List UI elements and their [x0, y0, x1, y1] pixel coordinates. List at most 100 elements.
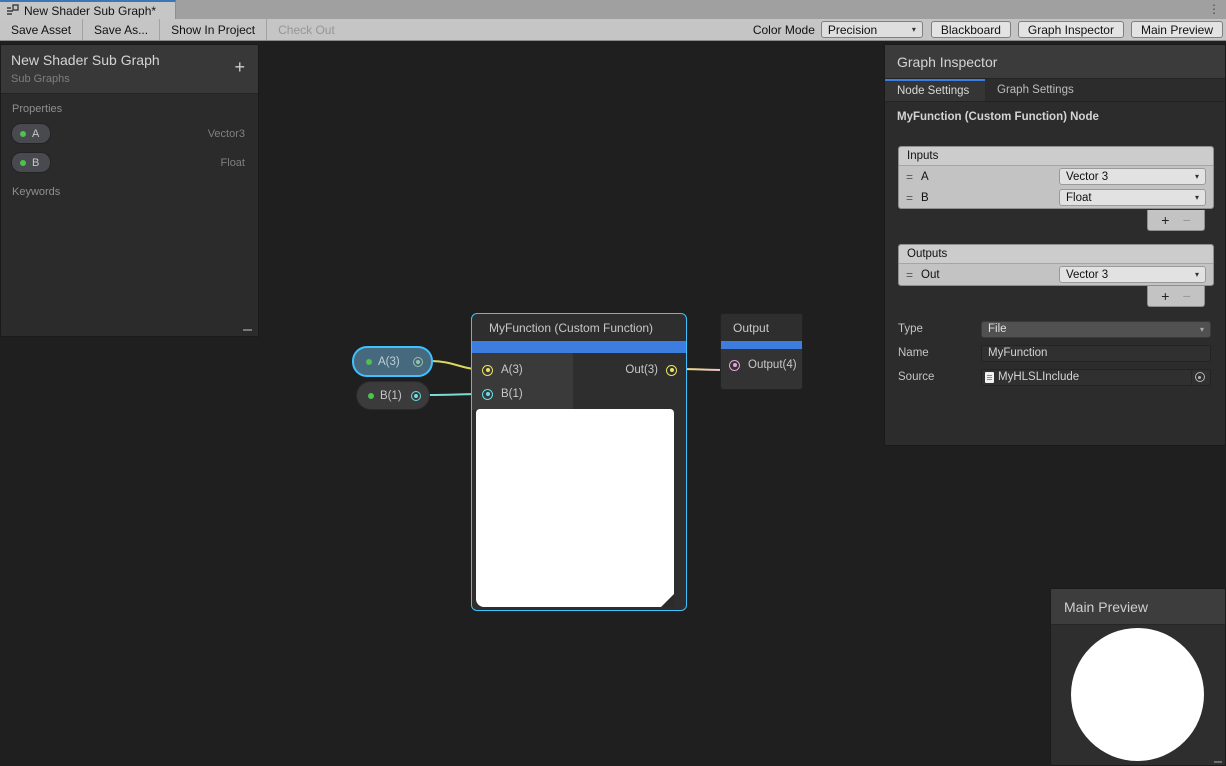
- output-node-input-port[interactable]: [729, 360, 740, 371]
- output-node[interactable]: Output Output(4): [720, 313, 803, 390]
- drag-handle-icon[interactable]: =: [906, 170, 921, 184]
- outputs-row-out-type-value: Vector 3: [1066, 269, 1108, 281]
- property-a-dot-icon: [366, 359, 372, 365]
- inputs-row-b-type-value: Float: [1066, 192, 1092, 204]
- property-node-b[interactable]: B(1): [356, 381, 430, 410]
- output-node-title[interactable]: Output: [721, 314, 802, 341]
- chevron-down-icon: ▾: [1195, 270, 1199, 279]
- node-accent-bar: [472, 341, 686, 353]
- name-value: MyFunction: [988, 347, 1047, 359]
- outputs-list: Outputs = Out Vector 3 ▾: [898, 244, 1214, 286]
- property-a-output-port[interactable]: [413, 357, 423, 367]
- show-in-project-button[interactable]: Show In Project: [160, 19, 267, 40]
- graph-inspector-header[interactable]: Graph Inspector: [885, 45, 1225, 79]
- main-preview-resize-handle[interactable]: [1214, 761, 1222, 763]
- property-a-label: A(3): [378, 356, 400, 368]
- input-port-a[interactable]: [482, 365, 493, 376]
- custom-function-node-title[interactable]: MyFunction (Custom Function): [472, 314, 686, 341]
- inputs-row-a[interactable]: = A Vector 3 ▾: [899, 166, 1213, 187]
- outputs-list-footer: + −: [1147, 286, 1205, 307]
- graph-inspector-toggle-button[interactable]: Graph Inspector: [1018, 21, 1124, 38]
- add-output-button[interactable]: +: [1161, 288, 1169, 304]
- input-port-row-a: A(3): [482, 364, 523, 376]
- check-out-button: Check Out: [267, 19, 346, 40]
- save-asset-button[interactable]: Save Asset: [0, 19, 83, 40]
- node-preview: [476, 409, 674, 607]
- color-mode-label: Color Mode: [753, 23, 815, 37]
- output-port-out[interactable]: [666, 365, 677, 376]
- object-picker-icon[interactable]: [1191, 370, 1207, 385]
- node-preview-collapse-handle[interactable]: [661, 594, 674, 607]
- preview-sphere[interactable]: [1071, 628, 1204, 761]
- input-port-a-label: A(3): [501, 364, 523, 376]
- inputs-row-b-type-dropdown[interactable]: Float ▾: [1059, 189, 1206, 206]
- blackboard-header[interactable]: New Shader Sub Graph Sub Graphs +: [1, 45, 258, 94]
- chevron-down-icon: ▾: [912, 25, 916, 34]
- blackboard-resize-handle[interactable]: [243, 329, 252, 331]
- chevron-down-icon: ▾: [1195, 172, 1199, 181]
- property-dot-icon: [20, 160, 26, 166]
- source-object-field[interactable]: MyHLSLInclude: [981, 369, 1211, 386]
- window-tab-strip: New Shader Sub Graph* ⋮: [0, 0, 1226, 19]
- tab-new-shader-sub-graph[interactable]: New Shader Sub Graph*: [0, 0, 176, 19]
- inputs-row-a-name: A: [921, 171, 929, 183]
- drag-handle-icon[interactable]: =: [906, 191, 921, 205]
- output-port-out-label: Out(3): [625, 364, 658, 376]
- chevron-down-icon: ▾: [1200, 325, 1204, 334]
- property-pill-a[interactable]: A: [11, 123, 51, 144]
- blackboard-toggle-button[interactable]: Blackboard: [931, 21, 1011, 38]
- tab-node-settings[interactable]: Node Settings: [885, 79, 985, 101]
- property-b-dot-icon: [368, 393, 374, 399]
- source-value: MyHLSLInclude: [998, 371, 1079, 383]
- remove-input-button: −: [1183, 212, 1191, 228]
- color-mode-value: Precision: [828, 23, 877, 37]
- type-dropdown[interactable]: File ▾: [981, 321, 1211, 338]
- graph-inspector-panel: Graph Inspector Node Settings Graph Sett…: [884, 44, 1226, 446]
- outputs-row-out-type-dropdown[interactable]: Vector 3 ▾: [1059, 266, 1206, 283]
- color-mode-dropdown[interactable]: Precision ▾: [821, 21, 923, 38]
- chevron-down-icon: ▾: [1195, 193, 1199, 202]
- output-node-port-row: Output(4): [729, 359, 797, 371]
- type-value: File: [988, 323, 1007, 335]
- save-as-button[interactable]: Save As...: [83, 19, 160, 40]
- file-icon: [985, 372, 994, 383]
- property-row-a: A Vector3: [1, 119, 258, 148]
- source-field-row: Source MyHLSLInclude: [898, 367, 1214, 387]
- property-node-a[interactable]: A(3): [352, 346, 433, 377]
- main-preview-toggle-button[interactable]: Main Preview: [1131, 21, 1223, 38]
- property-b-output-port[interactable]: [411, 391, 421, 401]
- inputs-list-footer: + −: [1147, 210, 1205, 231]
- inputs-list-header: Inputs: [899, 147, 1213, 166]
- add-input-button[interactable]: +: [1161, 212, 1169, 228]
- outputs-list-header: Outputs: [899, 245, 1213, 264]
- inputs-row-a-type-value: Vector 3: [1066, 171, 1108, 183]
- outputs-row-out[interactable]: = Out Vector 3 ▾: [899, 264, 1213, 285]
- tab-graph-settings[interactable]: Graph Settings: [985, 79, 1086, 101]
- output-node-port-label: Output(4): [748, 359, 797, 371]
- add-property-button[interactable]: +: [234, 58, 245, 76]
- inputs-row-a-type-dropdown[interactable]: Vector 3 ▾: [1059, 168, 1206, 185]
- blackboard-title: New Shader Sub Graph: [11, 52, 248, 68]
- properties-section-label: Properties: [1, 94, 258, 119]
- main-preview-header[interactable]: Main Preview: [1051, 589, 1225, 625]
- property-a-type: Vector3: [208, 128, 245, 140]
- name-input[interactable]: MyFunction: [981, 345, 1211, 362]
- remove-output-button: −: [1183, 288, 1191, 304]
- property-pill-b[interactable]: B: [11, 152, 51, 173]
- input-port-row-b: B(1): [482, 388, 523, 400]
- input-port-b[interactable]: [482, 389, 493, 400]
- keywords-section-label: Keywords: [1, 177, 258, 202]
- window-overflow-menu-icon[interactable]: ⋮: [1208, 1, 1218, 18]
- outputs-row-out-name: Out: [921, 269, 940, 281]
- property-dot-icon: [20, 131, 26, 137]
- drag-handle-icon[interactable]: =: [906, 268, 921, 282]
- inputs-list: Inputs = A Vector 3 ▾ = B Float ▾: [898, 146, 1214, 209]
- node-accent-bar: [721, 341, 802, 349]
- inputs-row-b[interactable]: = B Float ▾: [899, 187, 1213, 208]
- name-label: Name: [898, 347, 981, 359]
- main-preview-panel: Main Preview: [1050, 588, 1226, 766]
- node-input-column: [472, 353, 573, 410]
- node-port-area: A(3) B(1) Out(3): [472, 353, 686, 410]
- source-label: Source: [898, 371, 981, 383]
- custom-function-node[interactable]: MyFunction (Custom Function) A(3) B(1) O…: [471, 313, 687, 611]
